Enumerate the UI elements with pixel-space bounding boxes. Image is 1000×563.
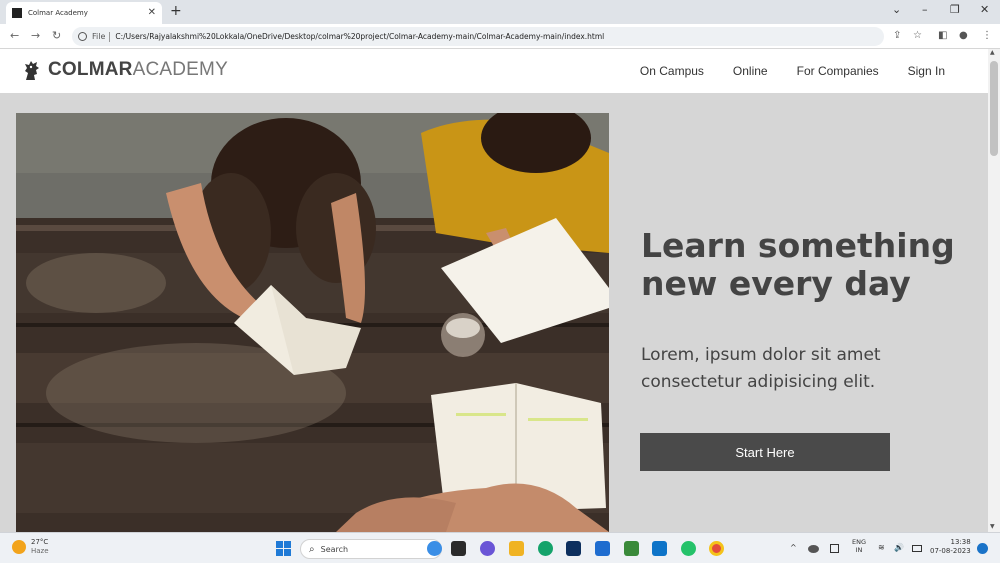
- profile-icon[interactable]: ●: [959, 29, 968, 43]
- logo-text-light: ACADEMY: [132, 59, 228, 80]
- lion-logo-icon: [25, 61, 39, 80]
- reload-icon[interactable]: ↻: [52, 29, 61, 43]
- weather-widget[interactable]: 27°C Haze: [12, 538, 49, 556]
- language-code: ENG: [852, 538, 867, 546]
- bookmark-star-icon[interactable]: ☆: [913, 29, 922, 43]
- search-icon: ⌕: [309, 543, 315, 555]
- system-clock[interactable]: 13:38 07-08-2023: [930, 538, 971, 556]
- language-indicator[interactable]: ENG IN: [852, 538, 866, 554]
- page-scrollbar[interactable]: ▲ ▼: [988, 49, 1000, 532]
- nav-link-online[interactable]: Online: [733, 64, 768, 78]
- nav-link-on-campus[interactable]: On Campus: [640, 64, 704, 78]
- app-icon[interactable]: [624, 541, 639, 556]
- taskbar-search-placeholder: Search: [320, 544, 349, 554]
- side-panel-icon[interactable]: ◧: [938, 29, 947, 43]
- bing-icon[interactable]: [427, 541, 442, 556]
- nav-link-sign-in[interactable]: Sign In: [908, 64, 945, 78]
- language-region: IN: [855, 546, 863, 554]
- clock-date: 07-08-2023: [930, 547, 971, 555]
- url-input[interactable]: File C:/Users/Rajyalakshmi%20Lokkala/One…: [72, 27, 884, 46]
- url-text: C:/Users/Rajyalakshmi%20Lokkala/OneDrive…: [115, 32, 605, 41]
- onedrive-icon[interactable]: [808, 545, 819, 553]
- nav-link-for-companies[interactable]: For Companies: [797, 64, 879, 78]
- site-info-icon[interactable]: [78, 32, 87, 41]
- main-nav: On Campus Online For Companies Sign In: [611, 64, 945, 78]
- url-scheme-label: File: [92, 32, 106, 41]
- share-icon[interactable]: ⇪: [893, 29, 901, 43]
- maximize-button[interactable]: ❐: [950, 3, 960, 17]
- scroll-up-arrow-icon[interactable]: ▲: [990, 49, 995, 56]
- weather-temperature: 27°C: [31, 538, 49, 546]
- wifi-icon[interactable]: ≋: [878, 542, 885, 554]
- browser-menu-icon[interactable]: ⋮: [982, 29, 992, 43]
- windows-start-icon[interactable]: [276, 541, 291, 556]
- start-here-button[interactable]: Start Here: [640, 433, 890, 471]
- display-icon[interactable]: [830, 544, 839, 553]
- file-explorer-icon[interactable]: [509, 541, 524, 556]
- sun-weather-icon: [12, 540, 26, 554]
- taskbar-search-box[interactable]: ⌕ Search: [300, 539, 442, 559]
- hero-title: Learn something new every day: [641, 226, 955, 303]
- close-window-button[interactable]: ✕: [980, 3, 989, 17]
- task-view-icon[interactable]: [451, 541, 466, 556]
- store-icon[interactable]: [595, 541, 610, 556]
- vscode-icon[interactable]: [652, 541, 667, 556]
- edge-icon[interactable]: [538, 541, 553, 556]
- logo-text-bold: COLMAR: [48, 59, 133, 80]
- address-bar-row: ← → ↻ File C:/Users/Rajyalakshmi%20Lokka…: [0, 24, 1000, 49]
- chrome-icon[interactable]: [709, 541, 724, 556]
- notification-icon[interactable]: [977, 543, 988, 554]
- browser-tab[interactable]: Colmar Academy ✕: [6, 2, 162, 24]
- back-icon[interactable]: ←: [10, 29, 19, 43]
- weather-condition: Haze: [31, 547, 49, 555]
- scrollbar-thumb[interactable]: [990, 61, 998, 156]
- whatsapp-icon[interactable]: [681, 541, 696, 556]
- tray-overflow-icon[interactable]: ^: [790, 542, 797, 554]
- hero-subtitle: Lorem, ipsum dolor sit amet consectetur …: [641, 345, 881, 392]
- os-taskbar: 27°C Haze ⌕ Search ^ ENG IN ≋ 🔊 13:38 07…: [0, 532, 1000, 563]
- dropbox-icon[interactable]: [566, 541, 581, 556]
- clock-time: 13:38: [950, 538, 971, 546]
- site-logo[interactable]: COLMAR ACADEMY: [22, 59, 228, 81]
- tab-title: Colmar Academy: [28, 9, 88, 17]
- tab-search-dropdown-icon[interactable]: ⌄: [892, 3, 901, 17]
- site-navbar: COLMAR ACADEMY On Campus Online For Comp…: [0, 49, 988, 93]
- tab-close-icon[interactable]: ✕: [148, 8, 156, 18]
- chat-icon[interactable]: [480, 541, 495, 556]
- hero-image: [16, 113, 609, 532]
- web-page: COLMAR ACADEMY On Campus Online For Comp…: [0, 49, 988, 532]
- new-tab-button[interactable]: +: [170, 3, 182, 19]
- forward-icon[interactable]: →: [31, 29, 40, 43]
- volume-icon[interactable]: 🔊: [894, 542, 904, 554]
- minimize-button[interactable]: –: [922, 3, 928, 17]
- colmar-favicon-icon: [12, 8, 22, 18]
- url-divider: [109, 31, 111, 42]
- browser-tab-bar: Colmar Academy ✕ + ⌄ – ❐ ✕: [0, 0, 1000, 24]
- scroll-down-arrow-icon[interactable]: ▼: [990, 523, 995, 530]
- battery-icon[interactable]: [912, 545, 922, 552]
